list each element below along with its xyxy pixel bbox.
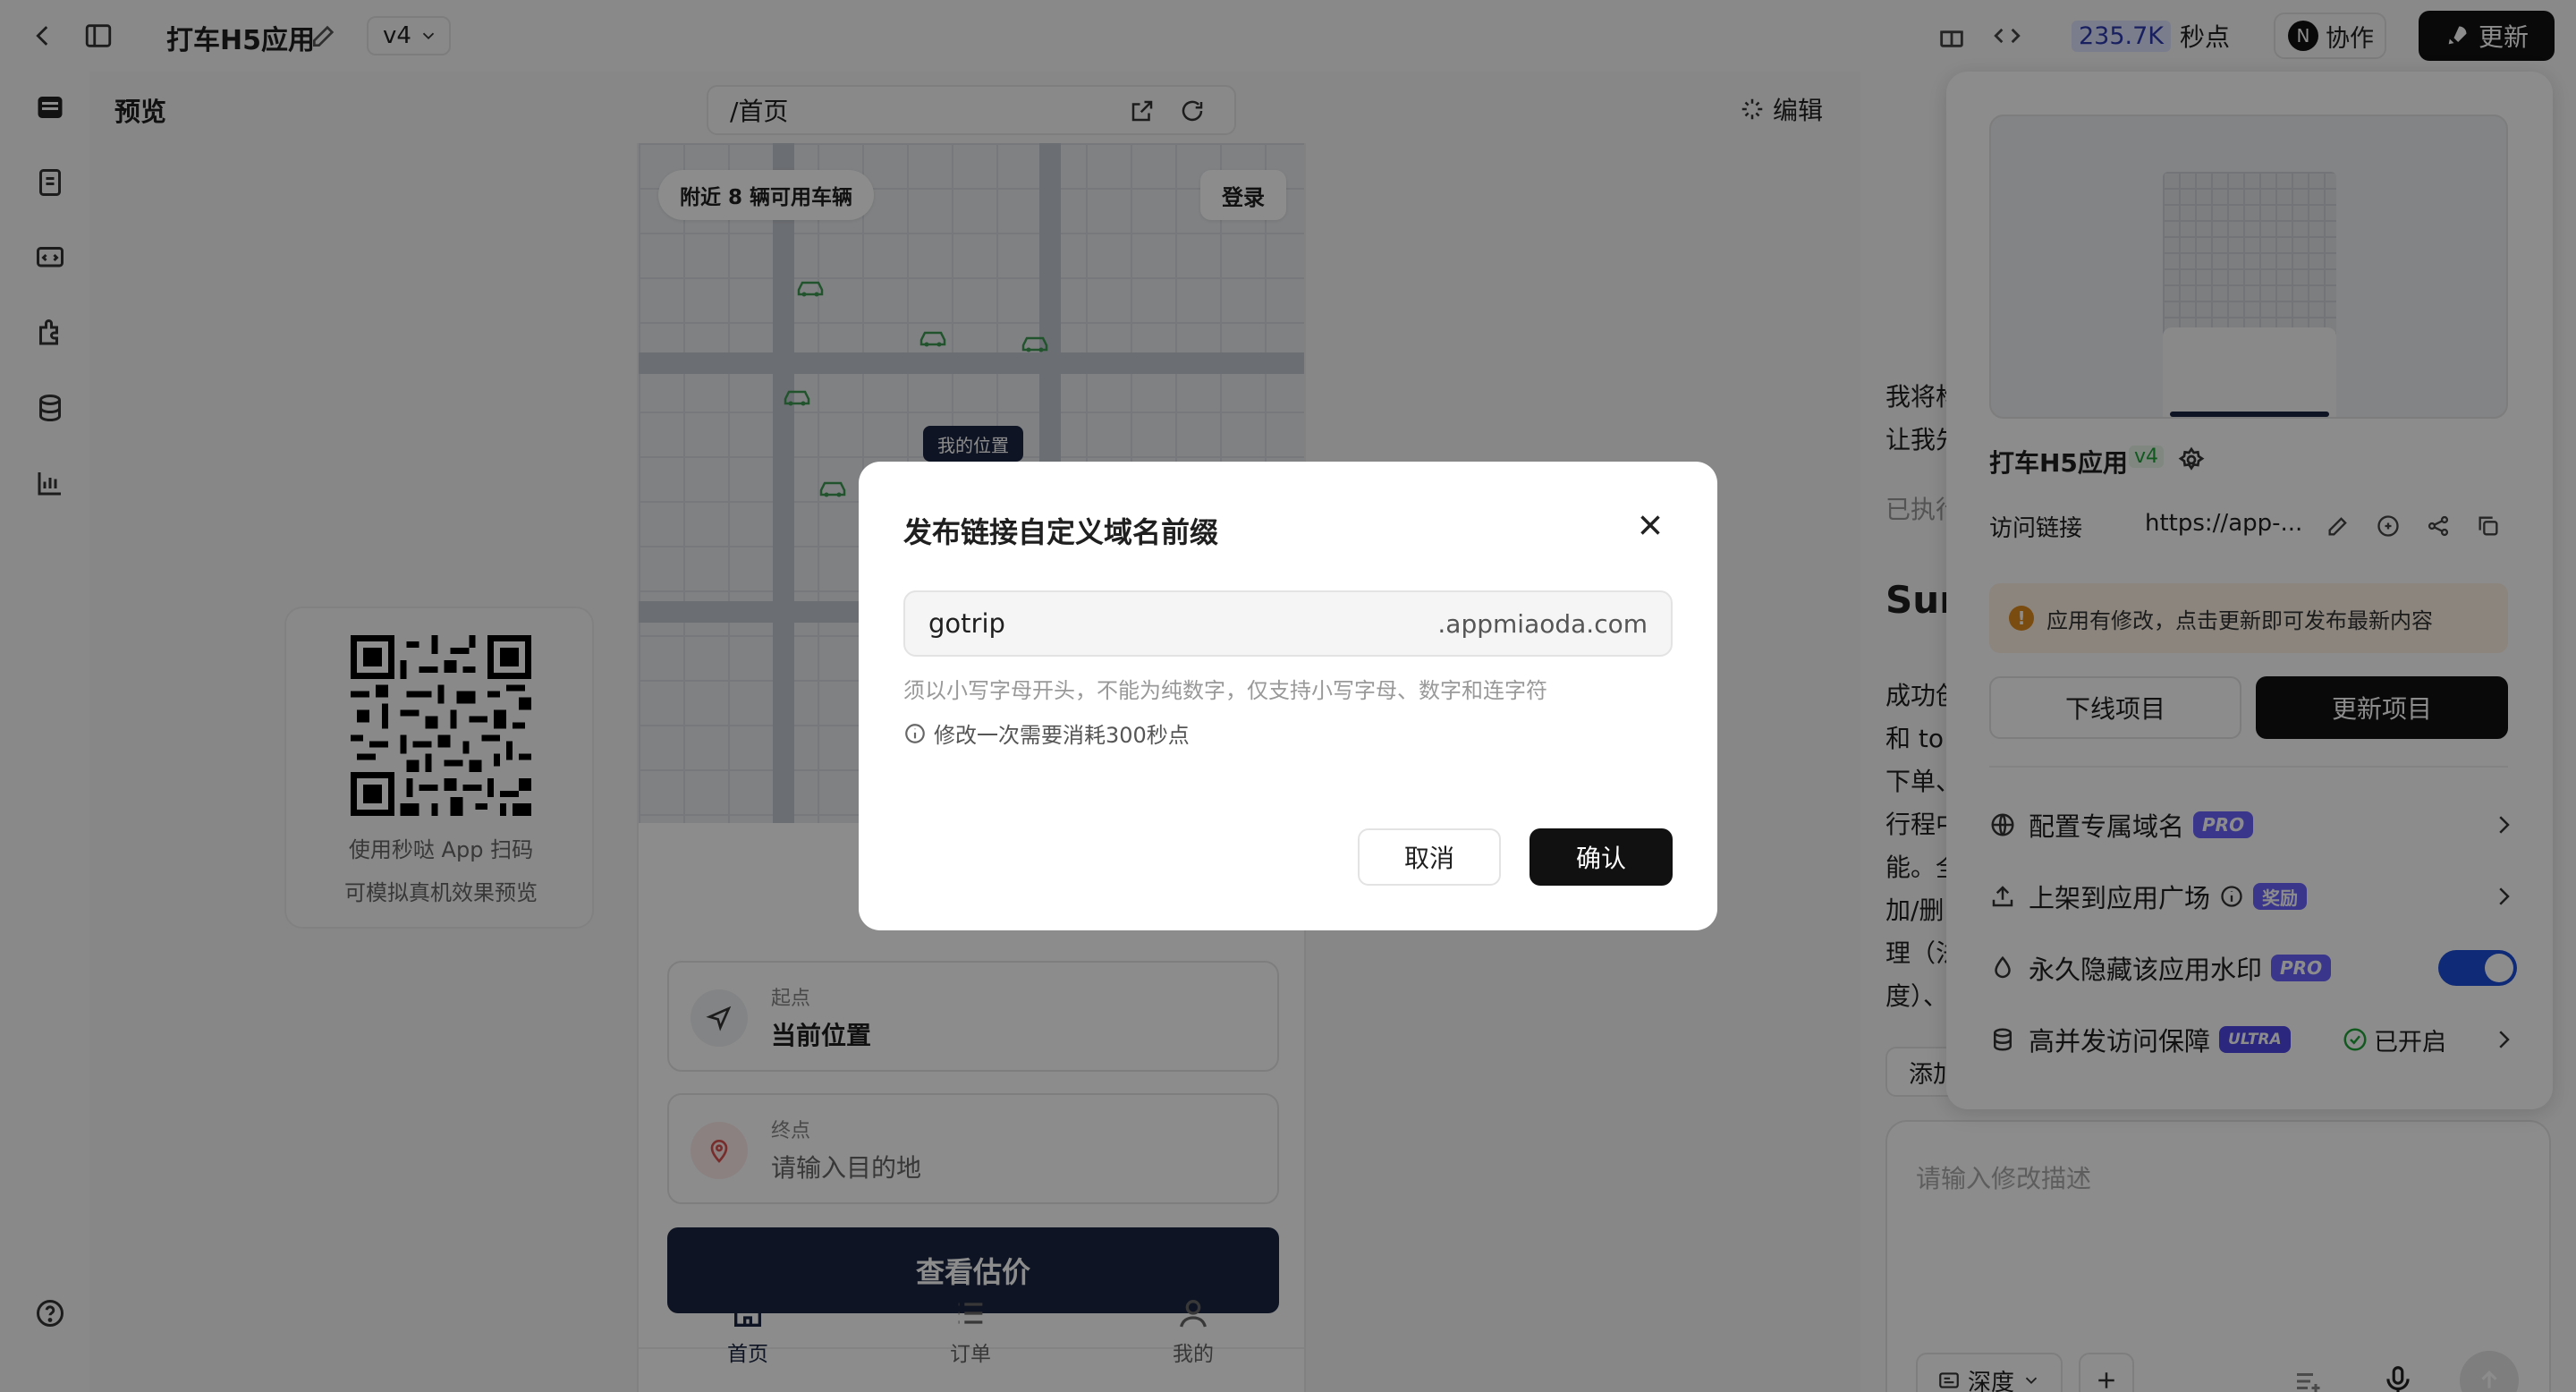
info-icon bbox=[905, 723, 925, 743]
domain-suffix: .appmiaoda.com bbox=[1437, 608, 1648, 639]
modal-title: 发布链接自定义域名前缀 bbox=[903, 515, 1219, 549]
domain-prefix-input[interactable]: gotrip .appmiaoda.com bbox=[903, 590, 1673, 657]
close-icon[interactable] bbox=[1633, 508, 1667, 542]
confirm-button[interactable]: 确认 bbox=[1530, 828, 1673, 886]
cost-note-text: 修改一次需要消耗300秒点 bbox=[934, 723, 1190, 748]
custom-domain-modal: 发布链接自定义域名前缀 gotrip .appmiaoda.com 须以小写字母… bbox=[859, 462, 1717, 930]
domain-prefix-value: gotrip bbox=[928, 608, 1005, 639]
cancel-button[interactable]: 取消 bbox=[1358, 828, 1501, 886]
app-root: 打车H5应用 v4 235.7K 秒点 N 协作 更新 预览 /首页 编辑 使用… bbox=[0, 0, 2576, 1392]
cost-note: 修改一次需要消耗300秒点 bbox=[903, 717, 1190, 749]
format-hint: 须以小写字母开头，不能为纯数字，仅支持小写字母、数字和连字符 bbox=[903, 678, 1547, 703]
